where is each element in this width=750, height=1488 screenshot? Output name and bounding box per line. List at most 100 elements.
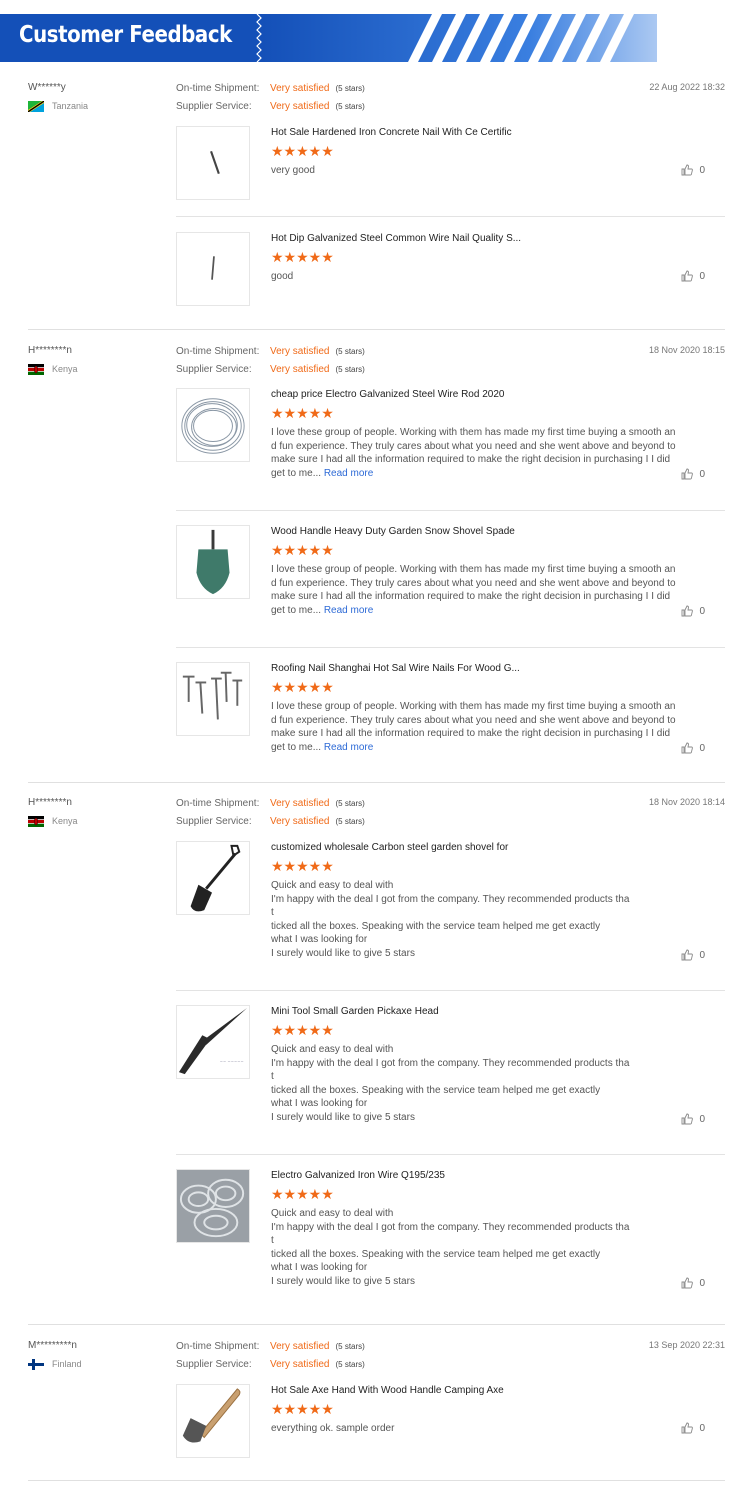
star-rating: ★★★★★ xyxy=(271,1401,334,1417)
shipment-label: On-time Shipment: xyxy=(176,346,260,357)
read-more-link[interactable]: Read more xyxy=(324,468,373,479)
thumbs-up-icon xyxy=(681,1277,694,1289)
star-rating: ★★★★★ xyxy=(271,405,334,421)
service-value: Very satisfied xyxy=(270,816,330,827)
product-image-pickaxe[interactable]: ~~ ~~~~~ xyxy=(176,1005,250,1079)
like-button[interactable]: 0 xyxy=(681,605,705,617)
product-image-concrete-nail[interactable] xyxy=(176,126,250,200)
shipment-stars: (5 stars) xyxy=(335,799,365,808)
product-image-spade[interactable] xyxy=(176,525,250,599)
tanzania-flag-icon xyxy=(28,100,44,112)
shipment-label: On-time Shipment: xyxy=(176,1341,260,1352)
shipment-value: Very satisfied xyxy=(270,83,330,94)
review-item: Hot Sale Hardened Iron Concrete Nail Wit… xyxy=(176,126,725,206)
like-count: 0 xyxy=(699,1277,705,1289)
like-count: 0 xyxy=(699,468,705,480)
product-title[interactable]: Hot Dip Galvanized Steel Common Wire Nai… xyxy=(271,233,521,244)
like-button[interactable]: 0 xyxy=(681,1422,705,1434)
review-text: Quick and easy to deal with I'm happy wi… xyxy=(271,1044,630,1123)
read-more-link[interactable]: Read more xyxy=(324,742,373,753)
product-title[interactable]: Mini Tool Small Garden Pickaxe Head xyxy=(271,1006,439,1017)
thumbs-up-icon xyxy=(681,742,694,754)
review-date: 13 Sep 2020 22:31 xyxy=(648,1340,725,1350)
reviewer-country: Tanzania xyxy=(28,100,168,112)
reviewer-info: W******y Tanzania xyxy=(28,82,168,112)
like-button[interactable]: 0 xyxy=(681,1277,705,1289)
reviewer-country: Kenya xyxy=(28,363,168,375)
reviewer-name: W******y xyxy=(28,82,66,93)
like-count: 0 xyxy=(699,949,705,961)
service-label: Supplier Service: xyxy=(176,364,252,375)
shipment-label: On-time Shipment: xyxy=(176,798,260,809)
like-count: 0 xyxy=(699,164,705,176)
product-image-carbon-shovel[interactable] xyxy=(176,841,250,915)
product-image-wire-rod[interactable] xyxy=(176,388,250,462)
review-item: Hot Sale Axe Hand With Wood Handle Campi… xyxy=(176,1384,725,1464)
review-item: cheap price Electro Galvanized Steel Wir… xyxy=(176,388,725,508)
item-divider xyxy=(176,1154,725,1155)
like-button[interactable]: 0 xyxy=(681,270,705,282)
shipment-rating: On-time Shipment: Very satisfied (5 stars) xyxy=(176,82,365,96)
review-text: very good xyxy=(271,165,315,176)
item-divider xyxy=(176,647,725,648)
like-button[interactable]: 0 xyxy=(681,742,705,754)
product-title[interactable]: customized wholesale Carbon steel garden… xyxy=(271,842,508,853)
thumbs-up-icon xyxy=(681,605,694,617)
shipment-label: On-time Shipment: xyxy=(176,83,260,94)
product-image-iron-wire[interactable] xyxy=(176,1169,250,1243)
product-title[interactable]: Wood Handle Heavy Duty Garden Snow Shove… xyxy=(271,526,515,537)
service-rating: Supplier Service: Very satisfied (5 stars) xyxy=(176,100,365,114)
review-text: everything ok. sample order xyxy=(271,1423,395,1434)
like-button[interactable]: 0 xyxy=(681,949,705,961)
review-separator xyxy=(28,329,725,330)
service-rating: Supplier Service: Very satisfied (5 stars) xyxy=(176,1358,365,1372)
thumbs-up-icon xyxy=(681,1422,694,1434)
review-item: Wood Handle Heavy Duty Garden Snow Shove… xyxy=(176,525,725,645)
shipment-rating: On-time Shipment: Very satisfied (5 stars) xyxy=(176,1340,365,1354)
kenya-flag-icon xyxy=(28,815,44,827)
thumbs-up-icon xyxy=(681,1113,694,1125)
service-label: Supplier Service: xyxy=(176,816,252,827)
reviewer-name: H********n xyxy=(28,345,72,356)
service-stars: (5 stars) xyxy=(335,102,365,111)
review-card: W******y Tanzania On-time Shipment: Very … xyxy=(28,82,725,322)
product-image-camping-axe[interactable] xyxy=(176,1384,250,1458)
country-name: Kenya xyxy=(52,364,78,374)
reviewer-country: Kenya xyxy=(28,815,168,827)
product-image-roofing-nails[interactable] xyxy=(176,662,250,736)
product-image-wire-nail[interactable] xyxy=(176,232,250,306)
service-label: Supplier Service: xyxy=(176,101,252,112)
review-card: H********n Kenya On-time Shipment: Very s… xyxy=(28,345,725,775)
star-rating: ★★★★★ xyxy=(271,249,334,265)
review-text: Quick and easy to deal with I'm happy wi… xyxy=(271,880,630,959)
shipment-stars: (5 stars) xyxy=(335,84,365,93)
service-value: Very satisfied xyxy=(270,364,330,375)
page-title: Customer Feedback xyxy=(19,22,232,48)
review-item: customized wholesale Carbon steel garden… xyxy=(176,841,725,991)
product-title[interactable]: Hot Sale Hardened Iron Concrete Nail Wit… xyxy=(271,127,512,138)
read-more-link[interactable]: Read more xyxy=(324,605,373,616)
reviewer-info: M*********n Finland xyxy=(28,1340,168,1370)
star-rating: ★★★★★ xyxy=(271,143,334,159)
feedback-banner: Customer Feedback xyxy=(0,14,750,62)
service-stars: (5 stars) xyxy=(335,1360,365,1369)
reviewer-info: H********n Kenya xyxy=(28,345,168,375)
review-item: ~~ ~~~~~ Mini Tool Small Garden Pickaxe … xyxy=(176,1005,725,1155)
product-title[interactable]: Roofing Nail Shanghai Hot Sal Wire Nails… xyxy=(271,663,520,674)
like-button[interactable]: 0 xyxy=(681,468,705,480)
like-button[interactable]: 0 xyxy=(681,164,705,176)
product-title[interactable]: Electro Galvanized Iron Wire Q195/235 xyxy=(271,1170,445,1181)
service-value: Very satisfied xyxy=(270,1359,330,1370)
reviewer-country: Finland xyxy=(28,1358,168,1370)
like-count: 0 xyxy=(699,1113,705,1125)
reviewer-name: M*********n xyxy=(28,1340,77,1351)
shipment-rating: On-time Shipment: Very satisfied (5 stars) xyxy=(176,797,365,811)
kenya-flag-icon xyxy=(28,363,44,375)
review-item: Electro Galvanized Iron Wire Q195/235 ★★… xyxy=(176,1169,725,1319)
product-title[interactable]: Hot Sale Axe Hand With Wood Handle Campi… xyxy=(271,1385,504,1396)
star-rating: ★★★★★ xyxy=(271,858,334,874)
like-button[interactable]: 0 xyxy=(681,1113,705,1125)
like-count: 0 xyxy=(699,270,705,282)
product-title[interactable]: cheap price Electro Galvanized Steel Wir… xyxy=(271,389,504,400)
service-stars: (5 stars) xyxy=(335,365,365,374)
